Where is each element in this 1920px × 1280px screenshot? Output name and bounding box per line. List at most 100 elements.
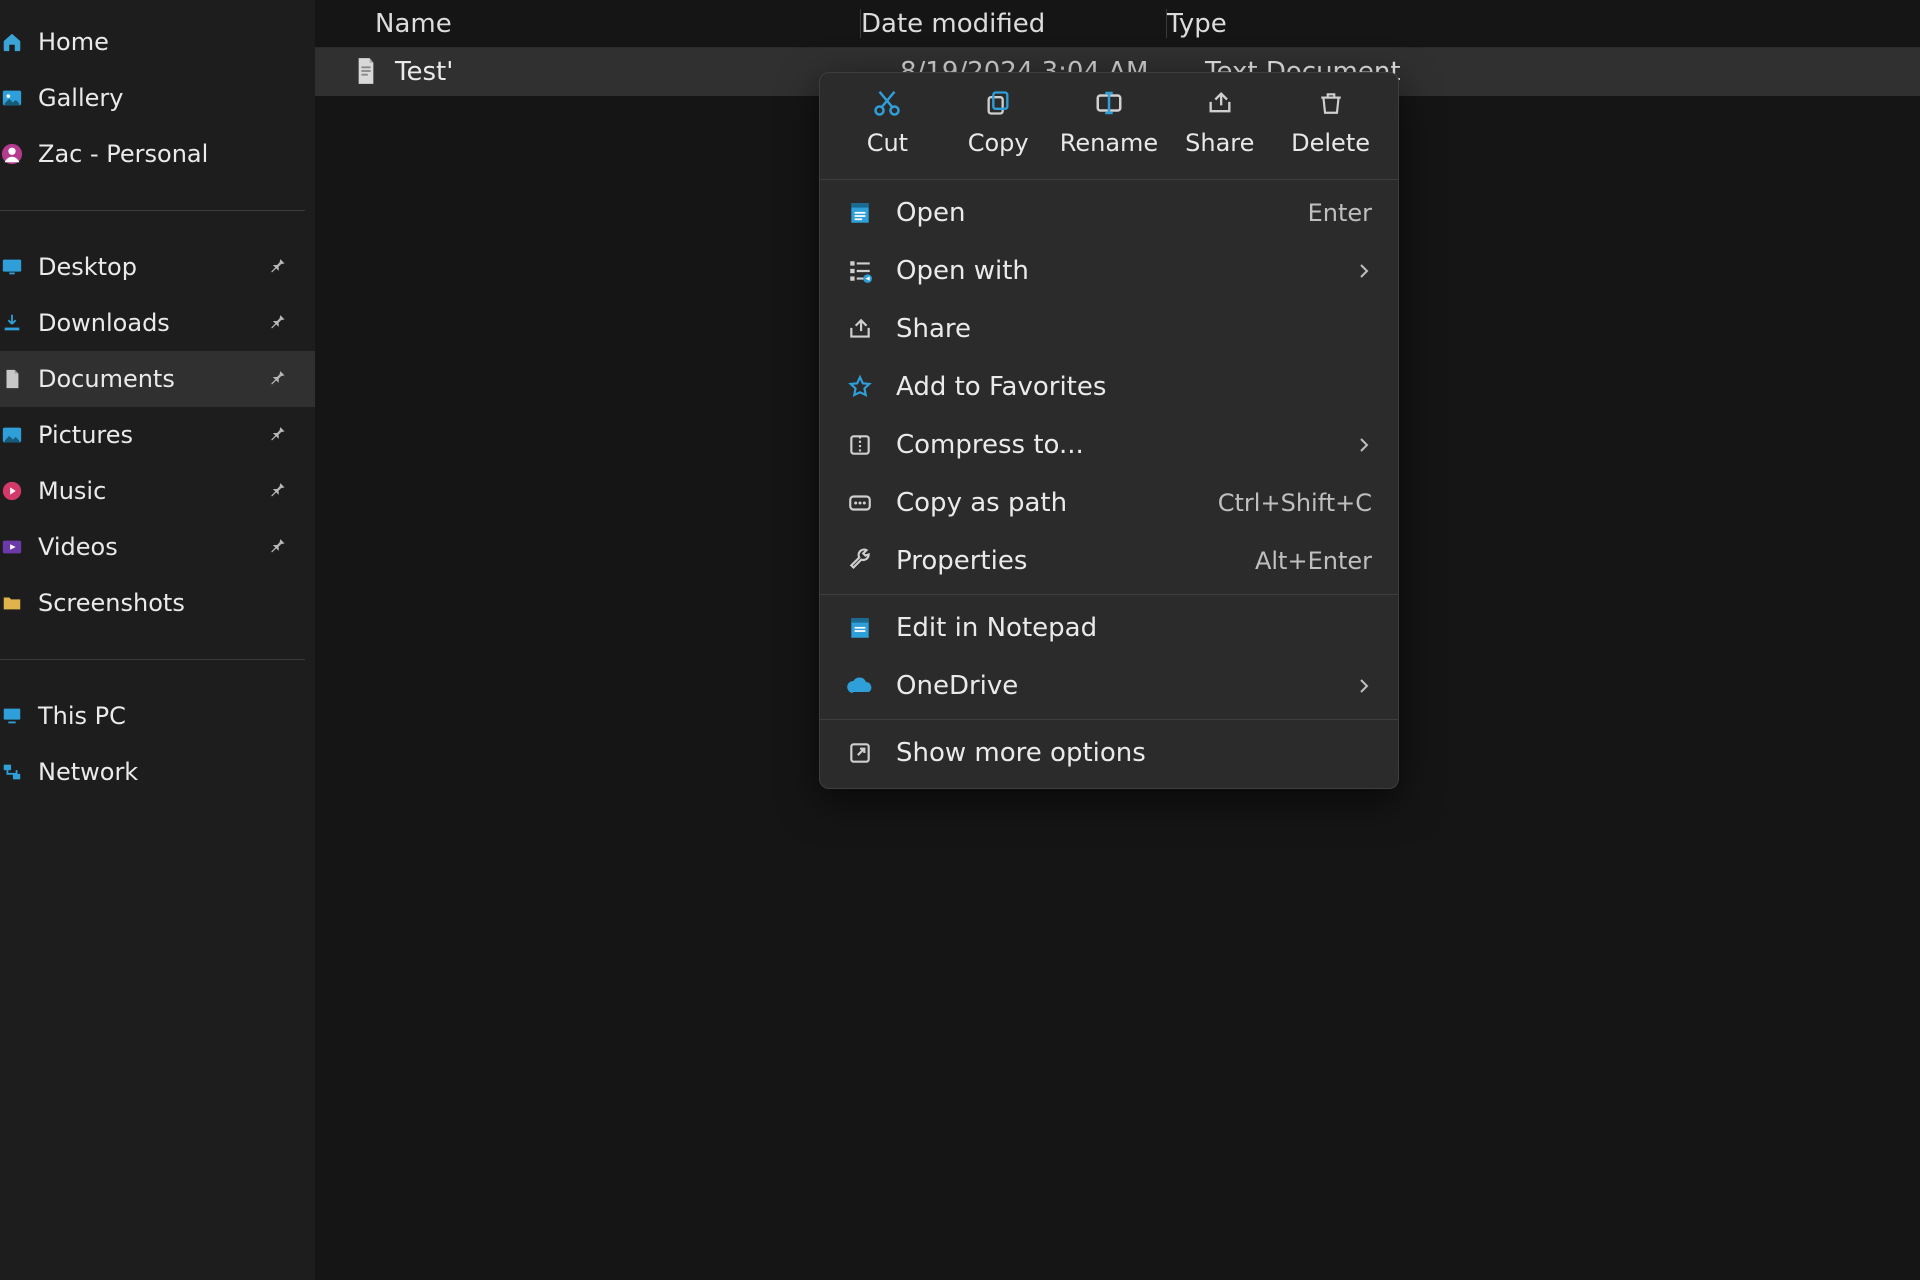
rename-icon [1093,87,1125,119]
home-icon [0,30,24,54]
pictures-icon [0,423,24,447]
ctx-item-label: Copy as path [896,488,1196,518]
path-icon [846,489,874,517]
ctx-rename-button[interactable]: Rename [1059,87,1159,157]
wrench-icon [846,547,874,575]
pc-icon [0,704,24,728]
ctx-add-favorites[interactable]: Add to Favorites [820,358,1398,416]
sidebar-item-screenshots[interactable]: Screenshots [0,575,315,631]
sidebar-item-music[interactable]: Music [0,463,315,519]
share-arrow-icon [846,315,874,343]
ctx-copy-button[interactable]: Copy [948,87,1048,157]
col-type[interactable]: Type [1167,9,1920,39]
sidebar-item-label: Network [38,758,301,786]
delete-icon [1315,87,1347,119]
column-headers: Name Date modified Type [315,0,1920,48]
sidebar-item-label: Screenshots [38,589,301,617]
pin-icon [267,311,291,335]
pin-icon [267,255,291,279]
sidebar-item-label: Music [38,477,253,505]
sidebar-item-this-pc[interactable]: This PC [0,688,315,744]
ctx-edit-notepad[interactable]: Edit in Notepad [820,599,1398,657]
notepad-app-icon [846,614,874,642]
ctx-item-label: Show more options [896,738,1372,768]
sidebar-item-label: Desktop [38,253,253,281]
ctx-item-hint: Alt+Enter [1255,547,1372,575]
download-icon [0,311,24,335]
ctx-item-label: OneDrive [896,671,1334,701]
ctx-copy-path[interactable]: Copy as path Ctrl+Shift+C [820,474,1398,532]
chevron-right-icon [1356,678,1372,694]
sidebar-item-network[interactable]: Network [0,744,315,800]
ctx-item-label: Add to Favorites [896,372,1372,402]
onedrive-icon [846,672,874,700]
text-file-icon [355,58,379,86]
ctx-action-label: Share [1185,129,1254,157]
sidebar-item-label: Downloads [38,309,253,337]
star-icon [846,373,874,401]
ctx-item-label: Share [896,314,1372,344]
expand-icon [846,739,874,767]
folder-icon [0,591,24,615]
col-date[interactable]: Date modified [861,9,1166,39]
sidebar-item-personal[interactable]: Zac - Personal [0,126,315,182]
pin-icon [267,535,291,559]
sidebar-item-pictures[interactable]: Pictures [0,407,315,463]
pin-icon [267,479,291,503]
ctx-more-options[interactable]: Show more options [820,724,1398,782]
ctx-item-label: Properties [896,546,1233,576]
col-name[interactable]: Name [315,9,860,39]
file-explorer: Home Gallery Zac - Personal De [0,0,1920,1280]
desktop-icon [0,255,24,279]
notepad-icon [846,199,874,227]
sidebar-item-gallery[interactable]: Gallery [0,70,315,126]
documents-icon [0,367,24,391]
context-separator [820,719,1398,720]
context-separator [820,179,1398,180]
context-action-row: Cut Copy Rename [820,73,1398,175]
ctx-properties[interactable]: Properties Alt+Enter [820,532,1398,590]
open-with-icon [846,257,874,285]
ctx-open[interactable]: Open Enter [820,184,1398,242]
sidebar-item-desktop[interactable]: Desktop [0,239,315,295]
ctx-item-hint: Ctrl+Shift+C [1218,489,1372,517]
main-pane: Name Date modified Type Test' 8/19/2024 … [315,0,1920,1280]
ctx-compress[interactable]: Compress to... [820,416,1398,474]
ctx-item-label: Edit in Notepad [896,613,1372,643]
ctx-action-label: Delete [1291,129,1370,157]
chevron-right-icon [1356,263,1372,279]
ctx-open-with[interactable]: Open with [820,242,1398,300]
sidebar-separator [0,210,305,211]
sidebar-item-label: This PC [38,702,301,730]
ctx-delete-button[interactable]: Delete [1281,87,1381,157]
ctx-item-hint: Enter [1308,199,1372,227]
pin-icon [267,423,291,447]
ctx-item-label: Compress to... [896,430,1334,460]
sidebar-item-home[interactable]: Home [0,14,315,70]
ctx-share[interactable]: Share [820,300,1398,358]
ctx-cut-button[interactable]: Cut [837,87,937,157]
sidebar-item-label: Home [38,28,301,56]
context-menu: Cut Copy Rename [819,72,1399,789]
zip-icon [846,431,874,459]
ctx-onedrive[interactable]: OneDrive [820,657,1398,715]
ctx-action-label: Rename [1060,129,1158,157]
ctx-item-label: Open [896,198,1286,228]
sidebar-separator [0,659,305,660]
videos-icon [0,535,24,559]
sidebar-item-label: Videos [38,533,253,561]
sidebar: Home Gallery Zac - Personal De [0,0,315,1280]
sidebar-item-downloads[interactable]: Downloads [0,295,315,351]
network-icon [0,760,24,784]
sidebar-item-documents[interactable]: Documents [0,351,315,407]
ctx-share-button[interactable]: Share [1170,87,1270,157]
music-icon [0,479,24,503]
sidebar-item-label: Zac - Personal [38,140,301,168]
user-icon [0,142,24,166]
context-separator [820,594,1398,595]
ctx-action-label: Copy [968,129,1029,157]
share-icon [1204,87,1236,119]
sidebar-item-videos[interactable]: Videos [0,519,315,575]
gallery-icon [0,86,24,110]
chevron-right-icon [1356,437,1372,453]
